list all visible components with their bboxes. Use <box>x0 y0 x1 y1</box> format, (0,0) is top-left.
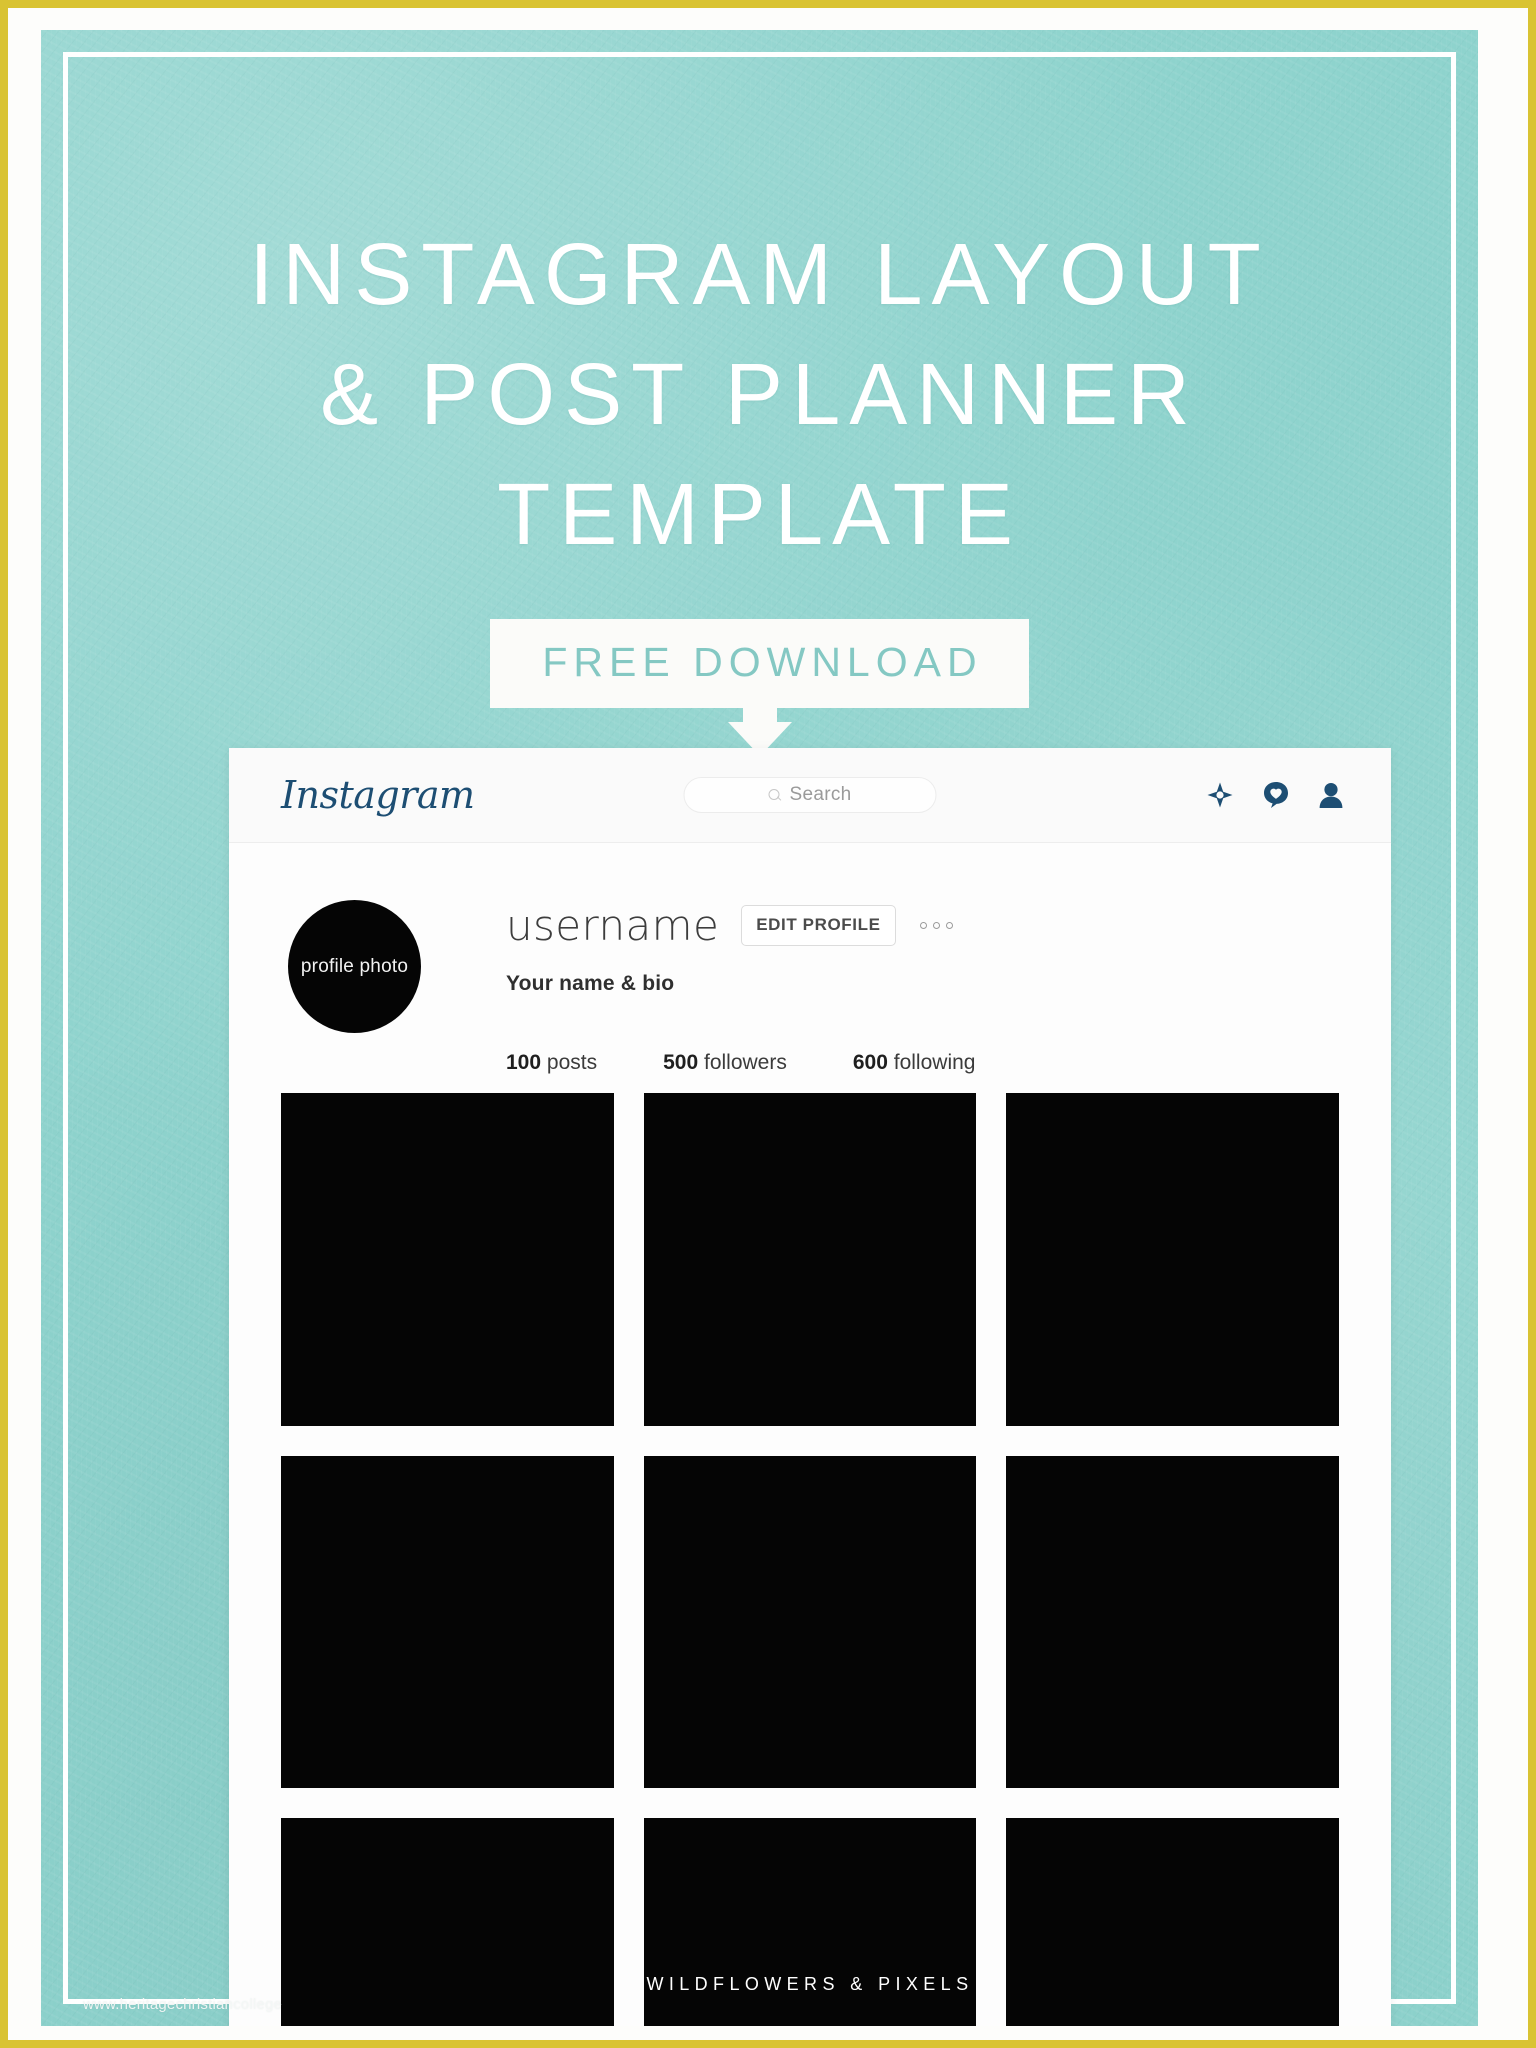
stat-following-count: 600 <box>852 1051 888 1074</box>
dot-3 <box>945 922 953 929</box>
post-caption: WILDFLOWERS & PIXELS <box>646 1974 974 1995</box>
stat-posts[interactable]: 100 posts <box>506 1051 597 1075</box>
profile-details: username EDIT PROFILE Your name & bio 10… <box>506 901 1351 1075</box>
instagram-header-bar: Instagram Search <box>229 748 1391 843</box>
stat-following-label: following <box>893 1051 976 1074</box>
stat-posts-count: 100 <box>506 1051 542 1074</box>
dot-2 <box>932 922 940 929</box>
headline-line-1: INSTAGRAM LAYOUT <box>249 226 1270 323</box>
search-input[interactable]: Search <box>683 777 937 813</box>
headline-line-2: & POST PLANNER <box>320 346 1199 443</box>
explore-compass-icon[interactable] <box>1207 782 1233 808</box>
post-grid: WILDFLOWERS & PIXELS <box>229 1093 1391 2026</box>
post-tile[interactable] <box>1006 1455 1339 1789</box>
dot-1 <box>919 922 927 929</box>
free-download-button[interactable]: FREE DOWNLOAD <box>490 619 1029 708</box>
post-tile[interactable] <box>281 1818 614 2026</box>
more-options-icon[interactable] <box>919 922 953 929</box>
edit-profile-button[interactable]: EDIT PROFILE <box>741 905 896 946</box>
stat-followers[interactable]: 500 followers <box>663 1051 787 1075</box>
avatar[interactable]: profile photo <box>288 900 421 1033</box>
teal-poster-panel: INSTAGRAM LAYOUT & POST PLANNER TEMPLATE… <box>41 30 1478 2026</box>
profile-section: profile photo username EDIT PROFILE Your… <box>229 843 1391 1093</box>
free-download-banner-group: FREE DOWNLOAD <box>41 619 1478 756</box>
activity-heart-bubble-icon[interactable] <box>1263 781 1289 809</box>
avatar-label: profile photo <box>300 955 409 977</box>
username-text: username <box>506 901 720 950</box>
post-tile[interactable] <box>1006 1093 1339 1426</box>
arrow-stem <box>742 708 777 722</box>
stat-followers-label: followers <box>703 1051 787 1074</box>
stat-followers-count: 500 <box>663 1051 699 1074</box>
profile-bio: Your name & bio <box>506 972 675 995</box>
instagram-profile-card: Instagram Search profile photo username … <box>229 748 1391 2026</box>
profile-stats: 100 posts 500 followers 600 following <box>506 1051 1351 1075</box>
stat-posts-label: posts <box>546 1051 598 1074</box>
post-tile[interactable]: WILDFLOWERS & PIXELS <box>643 1818 977 2026</box>
headline-line-3: TEMPLATE <box>497 466 1022 563</box>
poster-page: INSTAGRAM LAYOUT & POST PLANNER TEMPLATE… <box>0 0 1536 2048</box>
white-mat: INSTAGRAM LAYOUT & POST PLANNER TEMPLATE… <box>8 8 1528 2040</box>
search-placeholder: Search <box>789 784 852 805</box>
post-tile[interactable] <box>1006 1818 1339 2026</box>
profile-top-row: username EDIT PROFILE <box>506 901 1351 950</box>
header-icon-group <box>1207 781 1343 809</box>
post-tile[interactable] <box>281 1455 614 1789</box>
search-icon <box>768 788 781 802</box>
post-tile[interactable] <box>281 1093 614 1426</box>
post-tile[interactable] <box>643 1093 977 1426</box>
watermark-text: www.heritagechristiancollege <box>83 1996 283 2013</box>
post-tile[interactable] <box>643 1455 977 1789</box>
page-title: INSTAGRAM LAYOUT & POST PLANNER TEMPLATE <box>41 215 1478 575</box>
profile-person-icon[interactable] <box>1319 782 1343 809</box>
stat-following[interactable]: 600 following <box>853 1051 976 1075</box>
instagram-logo[interactable]: Instagram <box>281 773 475 817</box>
